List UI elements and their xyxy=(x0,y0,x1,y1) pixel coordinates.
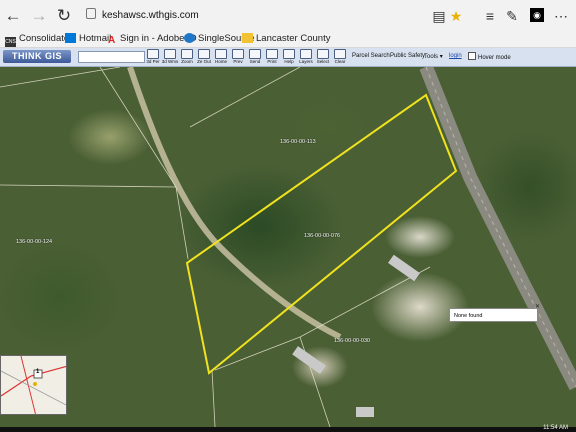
tool-prev-button[interactable]: Prev xyxy=(231,49,245,65)
inset-map-graphic xyxy=(1,356,66,414)
tool-3d-wms-icon xyxy=(164,49,176,59)
overview-inset-map[interactable]: 1 xyxy=(0,355,67,415)
tool-label: Clear xyxy=(334,59,346,64)
parcel-search-link[interactable]: Parcel Search xyxy=(352,53,390,59)
mail-icon xyxy=(65,33,76,43)
map-canvas xyxy=(0,67,576,427)
favorite-hotmail[interactable]: Hotmail xyxy=(65,32,111,45)
tool-select-button[interactable]: Select xyxy=(316,49,330,65)
login-link[interactable]: login xyxy=(449,53,462,59)
tool-zoom-button[interactable]: Zoom xyxy=(180,49,194,65)
hover-mode-label: Hover mode xyxy=(478,55,511,61)
parcel-label[interactable]: 136-00-00-113 xyxy=(280,139,316,145)
building xyxy=(356,407,374,417)
parcel-label[interactable]: 136-00-00-030 xyxy=(334,338,370,344)
close-icon[interactable]: ✕ xyxy=(534,304,541,311)
popup-text: None found xyxy=(454,313,483,319)
tool-home-icon xyxy=(215,49,227,59)
parcel-label[interactable]: 136-00-00-124 xyxy=(16,239,52,245)
extension-icon[interactable]: ◉ xyxy=(530,8,544,22)
tool-send-button[interactable]: Send xyxy=(248,49,262,65)
route-shield: 1 xyxy=(36,369,40,375)
tool-zoom-out-button[interactable]: Ze Out xyxy=(197,49,211,65)
url-host: keshawsc.wthgis.com xyxy=(102,10,199,21)
map-view[interactable]: 136-00-00-113 136-00-00-076 136-00-00-12… xyxy=(0,67,576,427)
tool-help-button[interactable]: Help xyxy=(282,49,296,65)
back-arrow-icon[interactable]: ← xyxy=(3,6,23,26)
thinkgis-logo: THINK GIS xyxy=(3,50,71,63)
address-bar[interactable]: keshawsc.wthgis.com xyxy=(86,7,416,25)
public-safety-link[interactable]: Public Safety xyxy=(390,53,425,59)
tool-clear-icon xyxy=(334,49,346,59)
tool-3d-per-icon xyxy=(147,49,159,59)
cns-icon: CNS xyxy=(5,37,16,47)
note-icon[interactable]: ✎ xyxy=(503,6,521,26)
tool-print-button[interactable]: Print xyxy=(265,49,279,65)
tool-home-button[interactable]: Home xyxy=(214,49,228,65)
tool-3d-per-button[interactable]: 3d Per xyxy=(146,49,160,65)
favorite-lancaster-county[interactable]: Lancaster County xyxy=(242,32,330,45)
hub-icon[interactable]: ≡ xyxy=(481,6,499,26)
tool-help-icon xyxy=(283,49,295,59)
tool-zoom-out-icon xyxy=(198,49,210,59)
browser-toolbar: ← → ↻ keshawsc.wthgis.com ▤ ★ ≡ ✎ ◉ ⋯ xyxy=(0,0,576,33)
favorite-label: Lancaster County xyxy=(256,33,331,44)
more-icon[interactable]: ⋯ xyxy=(552,6,570,26)
gis-toolbar: THINK GIS 3d Per 3d Wms Zoom Ze Out Home Prev… xyxy=(0,48,576,67)
tools-menu-label: Tools xyxy=(424,54,439,60)
hover-mode-checkbox[interactable] xyxy=(468,52,476,60)
building xyxy=(292,346,326,374)
chevron-down-icon: ▾ xyxy=(439,54,443,60)
highway xyxy=(419,67,576,391)
adobe-icon: A xyxy=(108,35,116,46)
tool-layers-button[interactable]: Layers xyxy=(299,49,313,65)
lock-icon xyxy=(86,8,96,19)
hover-mode-toggle[interactable]: Hover mode xyxy=(468,52,511,61)
favorite-label: Hotmail xyxy=(79,33,112,44)
building xyxy=(388,254,420,282)
tool-3d-wms-button[interactable]: 3d Wms xyxy=(162,49,178,65)
tool-clear-button[interactable]: Clear xyxy=(333,49,347,65)
tool-zoom-icon xyxy=(181,49,193,59)
reading-view-icon[interactable]: ▤ xyxy=(430,6,448,26)
taskbar-clock: 11:54 AM xyxy=(543,425,568,431)
tool-prev-icon xyxy=(232,49,244,59)
tool-send-icon xyxy=(249,49,261,59)
folder-icon xyxy=(242,33,253,43)
dirt-track xyxy=(127,67,342,340)
identify-popup: None found ✕ xyxy=(449,304,540,322)
favorite-star-icon[interactable]: ★ xyxy=(447,6,465,26)
singlesource-icon xyxy=(184,33,195,43)
refresh-icon[interactable]: ↻ xyxy=(54,6,74,26)
taskbar: 11:54 AM xyxy=(0,425,576,432)
favorites-bar: CNS Consolidated Hotmail A Sign in - Adobe… xyxy=(0,30,576,48)
forward-arrow-icon[interactable]: → xyxy=(29,6,49,26)
tool-print-icon xyxy=(266,49,278,59)
gis-search-input[interactable] xyxy=(78,51,145,63)
tool-layers-icon xyxy=(300,49,312,59)
tools-menu[interactable]: Tools ▾ xyxy=(424,53,443,60)
tool-select-icon xyxy=(317,49,329,59)
parcel-label[interactable]: 136-00-00-076 xyxy=(304,233,340,239)
